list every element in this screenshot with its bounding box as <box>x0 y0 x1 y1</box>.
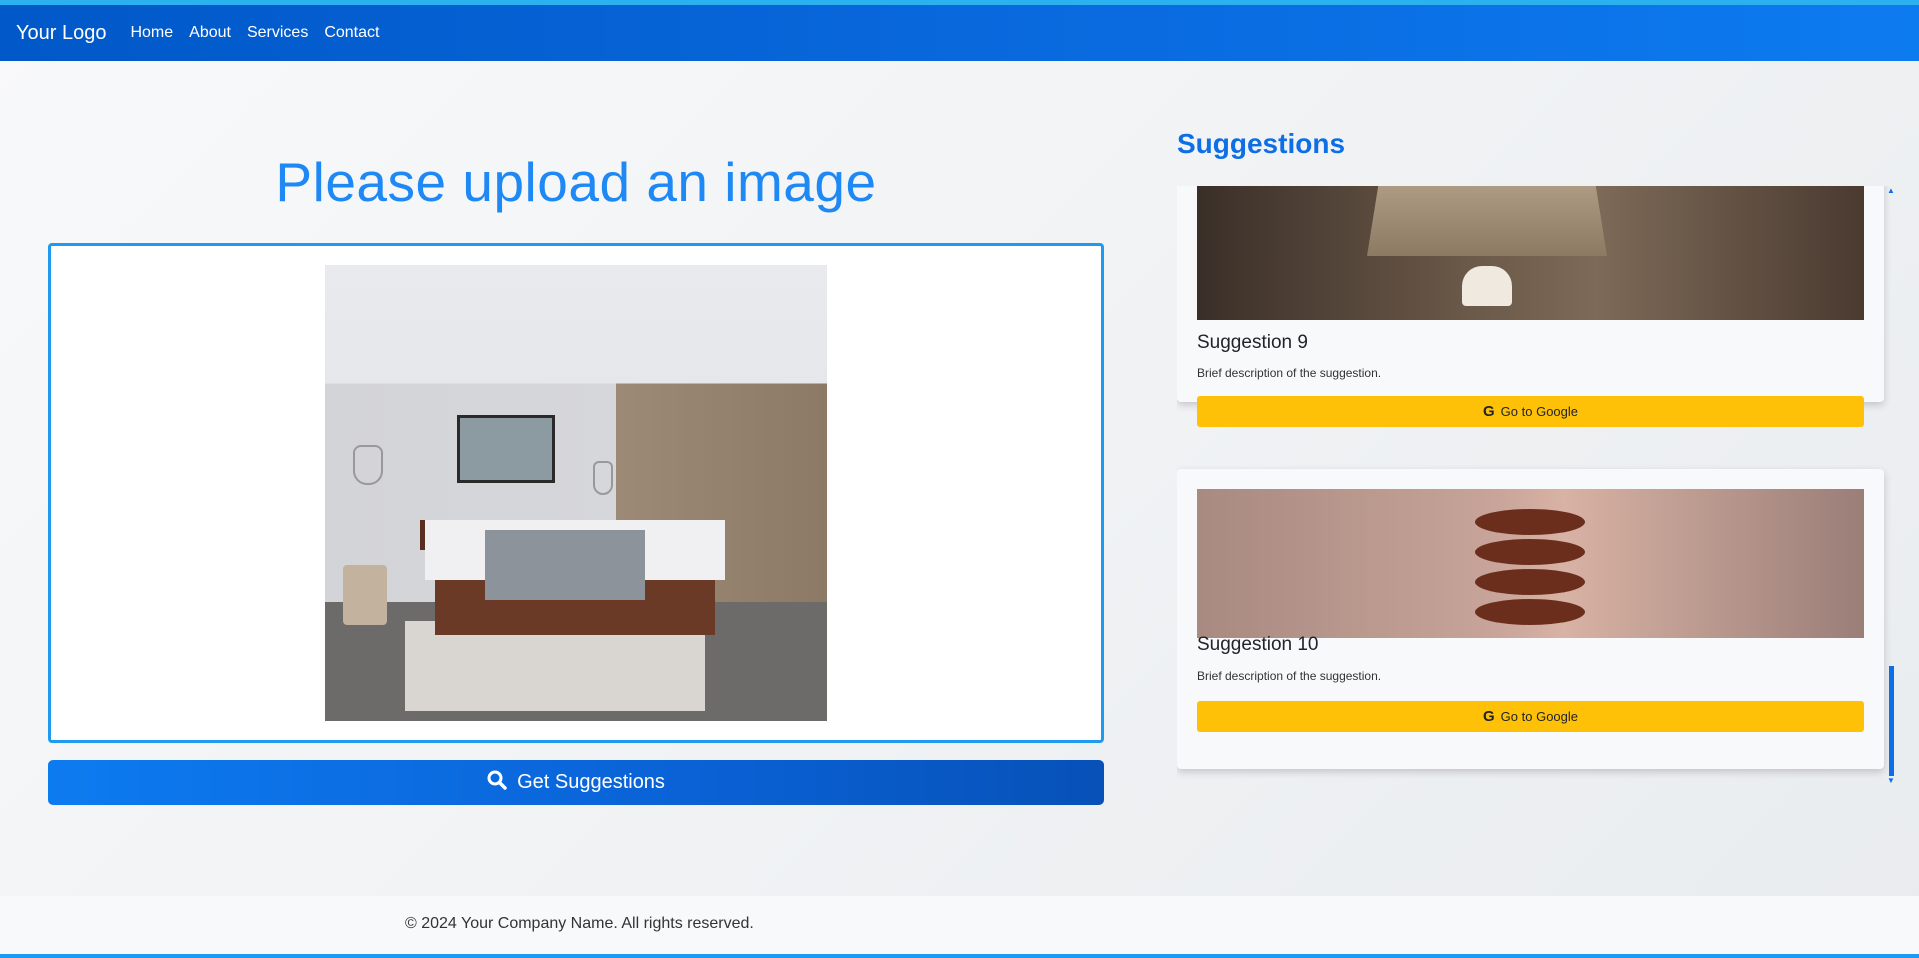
suggestion-card: Suggestion 10 Brief description of the s… <box>1177 469 1884 769</box>
nav-link-contact[interactable]: Contact <box>324 24 379 42</box>
page-footer: © 2024 Your Company Name. All rights res… <box>0 896 1919 958</box>
go-to-google-label: Go to Google <box>1500 404 1578 419</box>
uploaded-image-preview <box>325 265 827 721</box>
suggestion-title: Suggestion 10 <box>1197 634 1319 655</box>
search-icon <box>487 770 507 796</box>
scroll-thumb[interactable] <box>1889 666 1894 776</box>
suggestions-heading: Suggestions <box>1177 128 1346 159</box>
get-suggestions-button[interactable]: Get Suggestions <box>48 760 1104 805</box>
scroll-down-arrow-icon[interactable]: ▼ <box>1887 776 1895 785</box>
go-to-google-button[interactable]: G Go to Google <box>1197 396 1864 427</box>
nav-link-home[interactable]: Home <box>130 24 173 42</box>
suggestion-description: Brief description of the suggestion. <box>1197 366 1382 380</box>
nav-link-about[interactable]: About <box>189 24 231 42</box>
upload-title: Please upload an image <box>275 151 877 213</box>
get-suggestions-label: Get Suggestions <box>517 771 665 793</box>
suggestion-title: Suggestion 9 <box>1197 332 1308 353</box>
go-to-google-label: Go to Google <box>1500 709 1578 724</box>
nav-link-services[interactable]: Services <box>247 24 308 42</box>
go-to-google-button[interactable]: G Go to Google <box>1197 701 1864 732</box>
google-icon: G <box>1483 708 1495 725</box>
suggestions-scrollbar[interactable]: ▲ ▼ <box>1887 186 1895 786</box>
top-navbar: Your Logo Home About Services Contact <box>0 0 1919 61</box>
suggestion-image <box>1197 489 1864 638</box>
suggestion-card: Suggestion 9 Brief description of the su… <box>1177 186 1884 427</box>
scroll-up-arrow-icon[interactable]: ▲ <box>1887 186 1895 195</box>
brand-logo[interactable]: Your Logo <box>16 22 106 45</box>
suggestion-description: Brief description of the suggestion. <box>1197 669 1382 683</box>
suggestion-image <box>1197 186 1864 320</box>
google-icon: G <box>1483 403 1495 420</box>
image-upload-dropzone[interactable] <box>48 243 1104 743</box>
footer-copyright: © 2024 Your Company Name. All rights res… <box>405 915 754 932</box>
suggestions-list[interactable]: Suggestion 9 Brief description of the su… <box>1177 186 1895 786</box>
